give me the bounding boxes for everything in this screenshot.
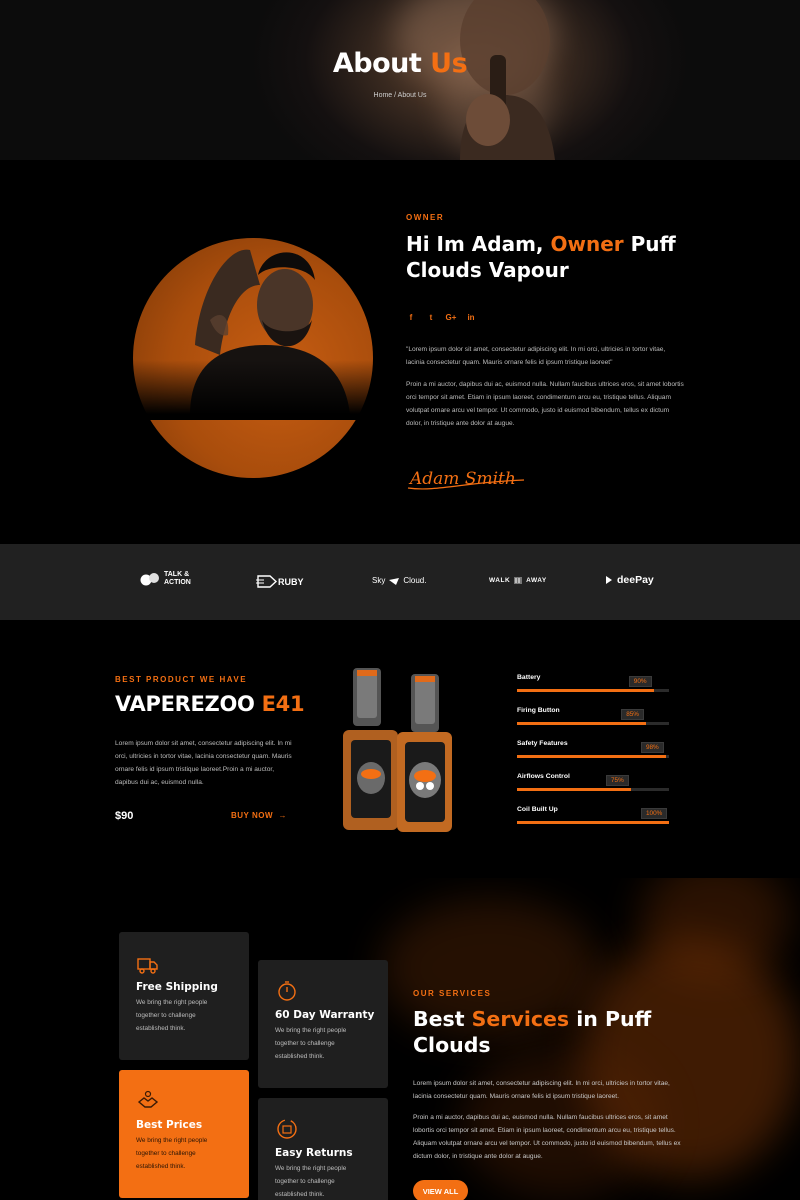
- services-section-label: OUR SERVICES: [413, 989, 492, 998]
- skill-name: Coil Built Up: [517, 806, 558, 813]
- breadcrumb[interactable]: Home / About Us: [0, 92, 800, 99]
- skill-bar: Battery 90%: [517, 674, 669, 707]
- service-card-text: We bring the right people together to ch…: [275, 1027, 347, 1060]
- owner-portrait-fade: [120, 360, 390, 420]
- brand-label: WALK: [489, 577, 511, 584]
- owner-bio: Proin a mi auctor, dapibus dui ac, euism…: [406, 381, 684, 427]
- services-heading-orange: Services: [471, 1007, 570, 1031]
- skill-fill: [517, 689, 654, 692]
- skill-bar: Coil Built Up 100%: [517, 806, 669, 839]
- brand-label: TALK & ACTION: [164, 571, 191, 586]
- owner-section-label: OWNER: [406, 213, 445, 222]
- product-title-orange: E41: [261, 692, 305, 716]
- deepay-mark-icon: [606, 576, 612, 584]
- brand-logo-deepay[interactable]: deePay: [605, 574, 654, 586]
- google-plus-icon[interactable]: G+: [446, 312, 457, 322]
- skill-track: [517, 755, 669, 758]
- service-card-text: We bring the right people together to ch…: [136, 999, 208, 1032]
- owner-heading-orange: Owner: [550, 232, 624, 256]
- service-card-title: Easy Returns: [275, 1147, 353, 1159]
- skill-bar: Airflows Control 75%: [517, 773, 669, 806]
- owner-signature: Adam Smith: [407, 469, 525, 490]
- signature-text: Adam Smith: [408, 469, 516, 489]
- skill-track: [517, 821, 669, 824]
- brand-label: AWAY: [526, 577, 547, 584]
- page-title: About Us: [0, 48, 800, 79]
- owner-social-links: f t G+ in: [406, 312, 476, 322]
- brand-label-line: TALK &: [164, 571, 190, 578]
- brand-label-line: ACTION: [164, 578, 191, 586]
- hero-smoker-image: [460, 0, 555, 160]
- brand-label: RUBY: [278, 576, 304, 587]
- walk-mark-icon: [514, 577, 523, 584]
- linkedin-icon[interactable]: in: [466, 312, 476, 322]
- services-heading-part1: Best: [413, 1007, 465, 1031]
- skill-percent-badge: 90%: [628, 676, 652, 687]
- buy-now-label: BUY NOW: [231, 811, 274, 820]
- returns-box-icon: [277, 1119, 297, 1139]
- skill-track: [517, 788, 669, 791]
- skill-track: [517, 722, 669, 725]
- brand-label: Cloud.: [403, 576, 427, 585]
- service-card-title: Best Prices: [136, 1119, 203, 1131]
- skill-bar: Firing Button 85%: [517, 707, 669, 740]
- stopwatch-icon: [278, 981, 296, 1001]
- speech-bubble-icon: [140, 572, 159, 585]
- page-title-orange: Us: [430, 48, 468, 79]
- skill-percent-badge: 98%: [640, 742, 664, 753]
- ruby-mark-icon: [256, 575, 278, 588]
- product-title: VAPEREZOO E41: [115, 692, 305, 716]
- facebook-icon[interactable]: f: [406, 312, 416, 322]
- product-price: $90: [115, 810, 134, 822]
- brand-logo-sky-cloud[interactable]: Sky Cloud.: [372, 576, 426, 585]
- product-title-white: VAPEREZOO: [115, 692, 255, 716]
- skill-fill: [517, 821, 669, 824]
- skill-name: Airflows Control: [517, 773, 570, 780]
- skill-bar: Safety Features 98%: [517, 740, 669, 773]
- service-card-free-shipping[interactable]: Free Shipping We bring the right people …: [119, 932, 249, 1060]
- service-card-text: We bring the right people together to ch…: [275, 1165, 347, 1198]
- truck-icon: [137, 958, 158, 974]
- brand-logo-walk-away[interactable]: WALK AWAY: [489, 577, 547, 584]
- page-hero: About Us Home / About Us: [0, 0, 800, 160]
- skill-percent-badge: 85%: [621, 709, 644, 720]
- service-card-best-prices[interactable]: Best Prices We bring the right people to…: [119, 1070, 249, 1198]
- twitter-icon[interactable]: t: [426, 312, 436, 322]
- product-skill-bars: Battery 90% Firing Button 85% Safety Fea…: [517, 674, 669, 839]
- skill-track: [517, 689, 669, 692]
- skill-name: Battery: [517, 674, 541, 681]
- owner-heading: Hi Im Adam, Owner Puff Clouds Vapour: [406, 231, 706, 283]
- plane-icon: [389, 577, 400, 585]
- view-all-button[interactable]: VIEW ALL: [413, 1180, 468, 1200]
- service-card-title: 60 Day Warranty: [275, 1009, 375, 1021]
- product-description: Lorem ipsum dolor sit amet, consectetur …: [115, 740, 292, 786]
- buy-now-link[interactable]: BUY NOW →: [231, 811, 287, 820]
- handshake-icon: [137, 1090, 159, 1108]
- brand-label: Sky: [372, 576, 386, 585]
- arrow-right-icon: →: [275, 811, 287, 820]
- skill-name: Firing Button: [517, 707, 560, 714]
- skill-name: Safety Features: [517, 740, 568, 747]
- page-title-white: About: [332, 48, 422, 79]
- services-description: Proin a mi auctor, dapibus dui ac, euism…: [413, 1114, 681, 1160]
- owner-heading-part1: Hi Im Adam,: [406, 232, 544, 256]
- service-card-warranty[interactable]: 60 Day Warranty We bring the right peopl…: [258, 960, 388, 1088]
- skill-percent-badge: 75%: [606, 775, 629, 786]
- brand-logo-ruby[interactable]: RUBY: [256, 575, 304, 588]
- services-heading: Best Services in Puff Clouds: [413, 1006, 673, 1058]
- vape-product-image: [343, 668, 452, 832]
- brand-logo-talk-action[interactable]: TALK & ACTION: [140, 571, 191, 586]
- brand-label: deePay: [617, 574, 654, 586]
- skill-fill: [517, 788, 631, 791]
- services-intro: Lorem ipsum dolor sit amet, consectetur …: [413, 1080, 670, 1100]
- skill-fill: [517, 755, 666, 758]
- service-card-text: We bring the right people together to ch…: [136, 1137, 208, 1170]
- skill-percent-badge: 100%: [641, 808, 668, 819]
- service-card-title: Free Shipping: [136, 981, 218, 993]
- skill-fill: [517, 722, 647, 725]
- product-section-label: BEST PRODUCT WE HAVE: [115, 675, 248, 684]
- owner-quote: "Lorem ipsum dolor sit amet, consectetur…: [406, 346, 666, 366]
- service-card-easy-returns[interactable]: Easy Returns We bring the right people t…: [258, 1098, 388, 1200]
